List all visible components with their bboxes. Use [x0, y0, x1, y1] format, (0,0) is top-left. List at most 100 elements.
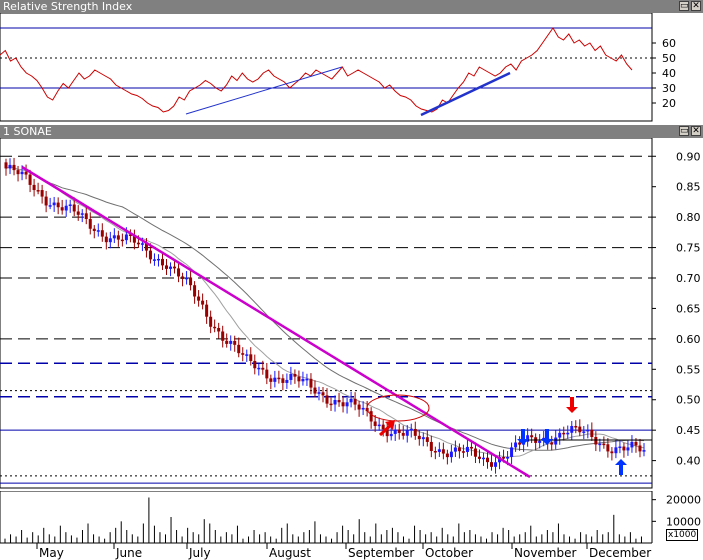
candle-body — [152, 259, 156, 261]
volume-tick-label: 10000 — [666, 515, 701, 528]
candle-body — [60, 207, 64, 211]
candle-body — [397, 429, 401, 433]
month-label: December — [589, 546, 651, 560]
candle-body — [594, 437, 598, 445]
candle-body — [630, 441, 634, 448]
close-icon[interactable]: ✕ — [691, 1, 701, 11]
candle-body — [32, 184, 36, 191]
candle-body — [165, 265, 169, 269]
price-tick-label: 0.75 — [676, 242, 701, 255]
candle-body — [112, 235, 116, 239]
candle-body — [277, 377, 281, 380]
candle-body — [156, 258, 160, 261]
restore-icon[interactable]: ▭ — [679, 126, 689, 136]
candle-body — [321, 392, 325, 396]
candle-body — [530, 435, 534, 438]
candle-body — [578, 426, 582, 433]
candle-body — [393, 429, 397, 434]
candle-body — [273, 377, 277, 382]
price-tick-label: 0.80 — [676, 211, 701, 224]
candle-body — [341, 402, 345, 407]
candle-body — [369, 411, 373, 422]
candle-body — [349, 398, 353, 403]
candle-body — [486, 457, 490, 463]
rsi-chart: 60 50 40 30 20 — [0, 13, 676, 122]
candle-body — [92, 228, 96, 231]
month-label: May — [39, 546, 64, 560]
rsi-tick-label: 60 — [662, 37, 676, 50]
candle-body — [429, 441, 433, 451]
candle-body — [24, 171, 28, 175]
candle-body — [148, 250, 152, 260]
candle-body — [8, 164, 12, 169]
volume-chart: 20000 10000 May June July August September Oct… — [0, 491, 703, 560]
candle-body — [590, 429, 594, 438]
candle-body — [136, 242, 140, 245]
candle-body — [76, 211, 80, 215]
candle-body — [269, 378, 273, 382]
price-tick-label: 0.40 — [676, 455, 701, 468]
candle-body — [12, 164, 16, 171]
candle-body — [449, 451, 453, 458]
candle-body — [261, 367, 265, 370]
candle-body — [181, 276, 185, 279]
candle-body — [473, 448, 477, 457]
candle-body — [433, 450, 437, 453]
candle-body — [638, 445, 642, 452]
candle-body — [490, 462, 494, 467]
candle-body — [213, 326, 217, 329]
candle-body — [209, 316, 213, 327]
candle-body — [610, 451, 614, 454]
price-tick-label: 0.70 — [676, 272, 701, 285]
candle-body — [56, 202, 60, 208]
price-tick-label: 0.55 — [676, 363, 701, 376]
candle-body — [361, 407, 365, 410]
restore-icon[interactable]: ▭ — [679, 1, 689, 11]
candle-body — [317, 392, 321, 394]
candle-body — [445, 453, 449, 458]
candle-body — [453, 447, 457, 452]
candle-body — [301, 378, 305, 382]
candle-body — [84, 213, 88, 220]
candle-body — [140, 243, 144, 245]
candle-body — [333, 400, 337, 405]
price-tick-label: 0.50 — [676, 394, 701, 407]
candle-body — [160, 258, 164, 266]
candle-body — [189, 277, 193, 286]
candle-body — [285, 379, 289, 383]
candle-body — [634, 441, 638, 446]
candle-body — [614, 447, 618, 454]
candle-body — [566, 432, 570, 435]
candle-body — [598, 443, 602, 446]
candle-body — [554, 437, 558, 445]
candle-body — [558, 432, 562, 438]
rsi-tick-label: 30 — [662, 82, 676, 95]
close-icon[interactable]: ✕ — [691, 126, 701, 136]
candle-body — [297, 376, 301, 382]
candle-body — [237, 344, 241, 354]
candle-body — [108, 238, 112, 243]
rsi-tick-label: 40 — [662, 67, 676, 80]
price-tick-label: 0.45 — [676, 424, 701, 437]
candle-body — [44, 196, 48, 206]
price-titlebar[interactable]: 1 SONAE ▭ ✕ — [0, 125, 703, 138]
candle-body — [562, 432, 566, 435]
rsi-tick-label: 50 — [662, 52, 676, 65]
candle-body — [201, 300, 205, 305]
candle-body — [225, 340, 229, 344]
candle-body — [16, 170, 20, 175]
candle-body — [64, 205, 68, 211]
candle-body — [48, 205, 52, 207]
candle-body — [325, 395, 329, 404]
candle-body — [642, 450, 646, 452]
candle-body — [197, 296, 201, 301]
candle-body — [169, 266, 173, 269]
candle-body — [413, 428, 417, 436]
candle-body — [502, 456, 506, 459]
candle-body — [241, 353, 245, 355]
candle-body — [550, 442, 554, 445]
rsi-titlebar[interactable]: Relative Strength Index ▭ ✕ — [0, 0, 703, 13]
candle-body — [518, 442, 522, 445]
price-tick-label: 0.65 — [676, 302, 701, 315]
candle-body — [68, 204, 72, 206]
